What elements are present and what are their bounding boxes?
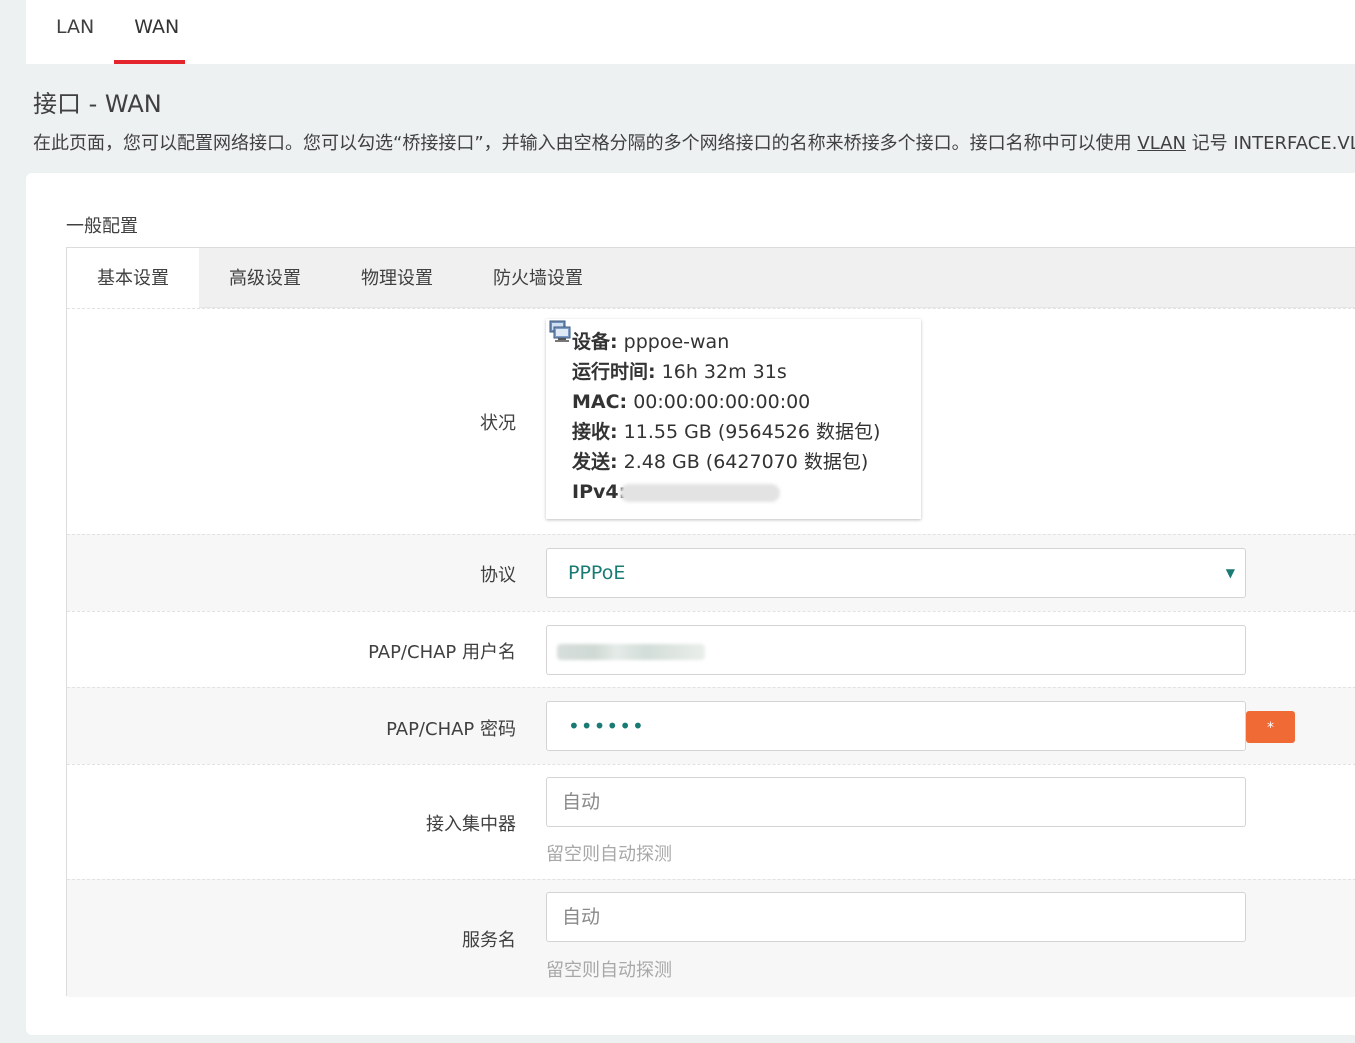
- status-device-line: 设备: pppoe-wan: [572, 327, 921, 357]
- description-text: 在此页面，您可以配置网络接口。您可以勾选“桥接接口”，并输入由空格分隔的多个网络…: [33, 133, 1138, 154]
- username-redacted: [557, 644, 705, 660]
- config-sub-tabs: 基本设置 高级设置 物理设置 防火墙设置: [67, 248, 1355, 308]
- status-rx-key: 接收:: [572, 421, 618, 443]
- page-description: 在此页面，您可以配置网络接口。您可以勾选“桥接接口”，并输入由空格分隔的多个网络…: [33, 129, 1355, 155]
- tab-advanced-settings[interactable]: 高级设置: [199, 248, 331, 308]
- status-ipv4-line: IPv4:: [572, 477, 812, 507]
- protocol-label: 协议: [480, 565, 516, 586]
- concentrator-input[interactable]: 自动: [546, 777, 1246, 827]
- status-rx-value: 11.55 GB (9564526 数据包): [623, 421, 881, 443]
- tab-wan[interactable]: WAN: [104, 0, 201, 64]
- concentrator-hint: 留空则自动探测: [546, 844, 672, 865]
- username-label: PAP/CHAP 用户名: [368, 642, 516, 663]
- status-card: 设备: pppoe-wan 运行时间: 16h 32m 31s MAC: 00:…: [546, 319, 921, 519]
- section-title: 一般配置: [66, 216, 138, 237]
- password-row: PAP/CHAP 密码 •••••• *: [67, 687, 1355, 764]
- page-title: 接口 - WAN: [33, 90, 162, 118]
- status-mac-key: MAC:: [572, 391, 628, 413]
- protocol-row: 协议 PPPoE ▼: [67, 534, 1355, 611]
- status-tx-line: 发送: 2.48 GB (6427070 数据包): [572, 447, 921, 477]
- service-hint: 留空则自动探测: [546, 960, 672, 981]
- status-rx-line: 接收: 11.55 GB (9564526 数据包): [572, 417, 921, 447]
- status-uptime-line: 运行时间: 16h 32m 31s: [572, 357, 921, 387]
- username-row: PAP/CHAP 用户名: [67, 611, 1355, 687]
- tab-physical-settings[interactable]: 物理设置: [331, 248, 463, 308]
- description-text-tail: 记号 INTERFACE.VLANNR（例如：eth0.1）。: [1191, 133, 1355, 154]
- service-row: 服务名 自动 留空则自动探测: [67, 879, 1355, 997]
- status-device-key: 设备:: [572, 331, 618, 353]
- vlan-abbr: VLAN: [1137, 133, 1186, 154]
- status-tx-key: 发送:: [572, 451, 618, 473]
- service-input[interactable]: 自动: [546, 892, 1246, 942]
- tab-lan[interactable]: LAN: [26, 0, 104, 64]
- tab-firewall-settings[interactable]: 防火墙设置: [463, 248, 613, 308]
- status-ipv4-key: IPv4:: [572, 481, 627, 503]
- interface-tabs: LAN WAN: [26, 0, 1355, 64]
- chevron-down-icon: ▼: [1225, 566, 1235, 580]
- status-label: 状况: [480, 413, 516, 434]
- concentrator-row: 接入集中器 自动 留空则自动探测: [67, 764, 1355, 879]
- protocol-value: PPPoE: [568, 562, 626, 584]
- tab-basic-settings[interactable]: 基本设置: [67, 248, 199, 308]
- status-row: 状况 设备: pppoe-wan 运行时间: 16h 32m 31s MAC: …: [67, 308, 1355, 534]
- service-label: 服务名: [462, 930, 516, 951]
- reveal-password-button[interactable]: *: [1246, 711, 1295, 743]
- password-input[interactable]: ••••••: [546, 701, 1246, 751]
- general-config-panel: 基本设置 高级设置 物理设置 防火墙设置 状况 设备: pppoe-wan 运行…: [66, 247, 1355, 997]
- status-tx-value: 2.48 GB (6427070 数据包): [623, 451, 869, 473]
- username-input[interactable]: [546, 625, 1246, 675]
- status-mac-value: 00:00:00:00:00:00: [633, 391, 811, 413]
- network-device-icon: [549, 320, 571, 342]
- concentrator-label: 接入集中器: [426, 814, 516, 835]
- status-uptime-key: 运行时间:: [572, 361, 656, 383]
- protocol-select[interactable]: PPPoE ▼: [546, 548, 1246, 598]
- status-device-value: pppoe-wan: [623, 331, 730, 353]
- password-label: PAP/CHAP 密码: [386, 719, 516, 740]
- ipv4-redacted: [620, 483, 781, 502]
- status-uptime-value: 16h 32m 31s: [661, 361, 787, 383]
- status-mac-line: MAC: 00:00:00:00:00:00: [572, 387, 921, 417]
